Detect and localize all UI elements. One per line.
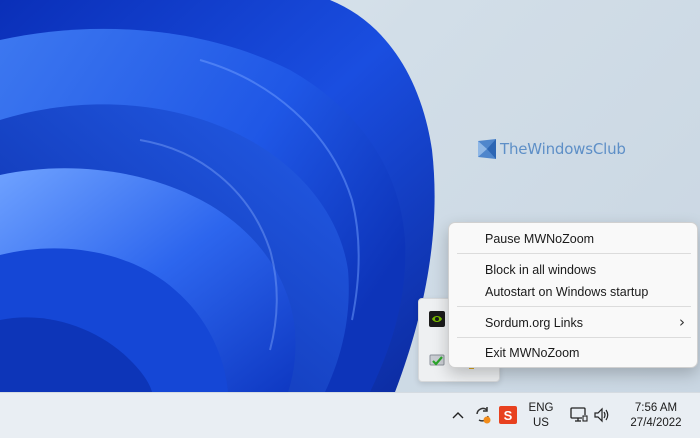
- menu-separator: [457, 306, 691, 307]
- network-icon[interactable]: [570, 406, 588, 424]
- svg-text:S: S: [504, 408, 513, 423]
- menu-item-sordum-links[interactable]: Sordum.org Links: [485, 315, 685, 331]
- language-region: US: [533, 417, 549, 429]
- menu-item-label: Sordum.org Links: [485, 316, 583, 330]
- taskbar-clock[interactable]: 7:56 AM 27/4/2022: [622, 401, 690, 431]
- menu-item-label: Block in all windows: [485, 263, 597, 277]
- menu-item-label: Pause MWNoZoom: [485, 232, 595, 246]
- menu-item-autostart[interactable]: Autostart on Windows startup: [485, 284, 648, 300]
- menu-separator: [457, 337, 691, 338]
- menu-item-pause[interactable]: Pause MWNoZoom: [485, 231, 594, 247]
- chevron-right-icon: ›: [679, 313, 685, 331]
- language-indicator[interactable]: ENG US: [526, 401, 556, 431]
- sync-icon[interactable]: [473, 405, 493, 425]
- tray-context-menu: Pause MWNoZoom Block in all windows Auto…: [448, 222, 698, 368]
- language-code: ENG: [528, 402, 554, 414]
- clock-time: 7:56 AM: [634, 402, 678, 414]
- app-check-icon[interactable]: [429, 353, 445, 369]
- menu-item-exit[interactable]: Exit MWNoZoom: [485, 345, 579, 361]
- volume-icon[interactable]: [593, 406, 611, 424]
- desktop[interactable]: TheWindowsClub Pause MWNoZoom Block in a…: [0, 0, 700, 392]
- menu-item-label: Autostart on Windows startup: [485, 285, 649, 299]
- clock-date: 27/4/2022: [630, 417, 682, 429]
- watermark-text: TheWindowsClub: [500, 140, 626, 158]
- app-s-icon[interactable]: S: [498, 405, 518, 425]
- chevron-up-icon[interactable]: [450, 407, 466, 423]
- menu-separator: [457, 253, 691, 254]
- menu-item-label: Exit MWNoZoom: [485, 346, 580, 360]
- windowsclub-logo-icon: [478, 139, 496, 159]
- watermark: TheWindowsClub: [478, 139, 626, 159]
- taskbar: S ENG US 7:56 AM 27/4/2022: [0, 392, 700, 438]
- nvidia-icon[interactable]: [429, 311, 445, 327]
- menu-item-block-all[interactable]: Block in all windows: [485, 262, 596, 278]
